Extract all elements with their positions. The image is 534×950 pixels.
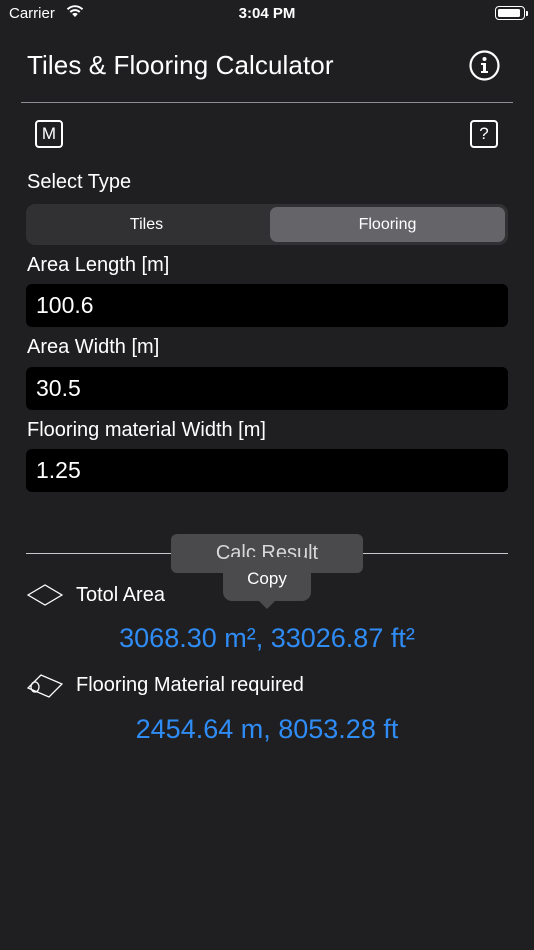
copy-tooltip[interactable]: Copy (223, 557, 311, 609)
copy-tooltip-label: Copy (247, 569, 287, 588)
flooring-material-value[interactable]: 2454.64 m, 8053.28 ft (0, 714, 534, 745)
info-icon[interactable] (469, 50, 500, 81)
area-width-label: Area Width [m] (27, 336, 160, 358)
area-length-input[interactable]: 100.6 (26, 284, 508, 327)
battery-icon (495, 6, 528, 20)
total-area-value[interactable]: 3068.30 m², 33026.87 ft² (0, 623, 534, 654)
area-width-input[interactable]: 30.5 (26, 367, 508, 410)
page-title: Tiles & Flooring Calculator (27, 50, 334, 80)
area-diamond-icon (27, 584, 63, 606)
material-width-label: Flooring material Width [m] (27, 419, 266, 441)
flooring-material-label: Flooring Material required (76, 674, 304, 696)
select-type-label: Select Type (27, 171, 132, 193)
segment-tiles[interactable]: Tiles (29, 207, 264, 242)
result-divider-left (26, 553, 172, 554)
flooring-roll-icon (27, 674, 63, 698)
type-segmented-control: Tiles Flooring (26, 204, 508, 245)
clock-time: 3:04 PM (238, 5, 296, 22)
header-divider (21, 102, 513, 103)
m-button[interactable]: M (35, 120, 63, 148)
total-area-label: Totol Area (76, 584, 165, 606)
material-width-input[interactable]: 1.25 (26, 449, 508, 492)
result-divider-right (362, 553, 508, 554)
status-bar: Carrier 3:04 PM (0, 0, 534, 30)
segment-flooring[interactable]: Flooring (270, 207, 505, 242)
help-button[interactable]: ? (470, 120, 498, 148)
area-length-label: Area Length [m] (27, 254, 170, 276)
